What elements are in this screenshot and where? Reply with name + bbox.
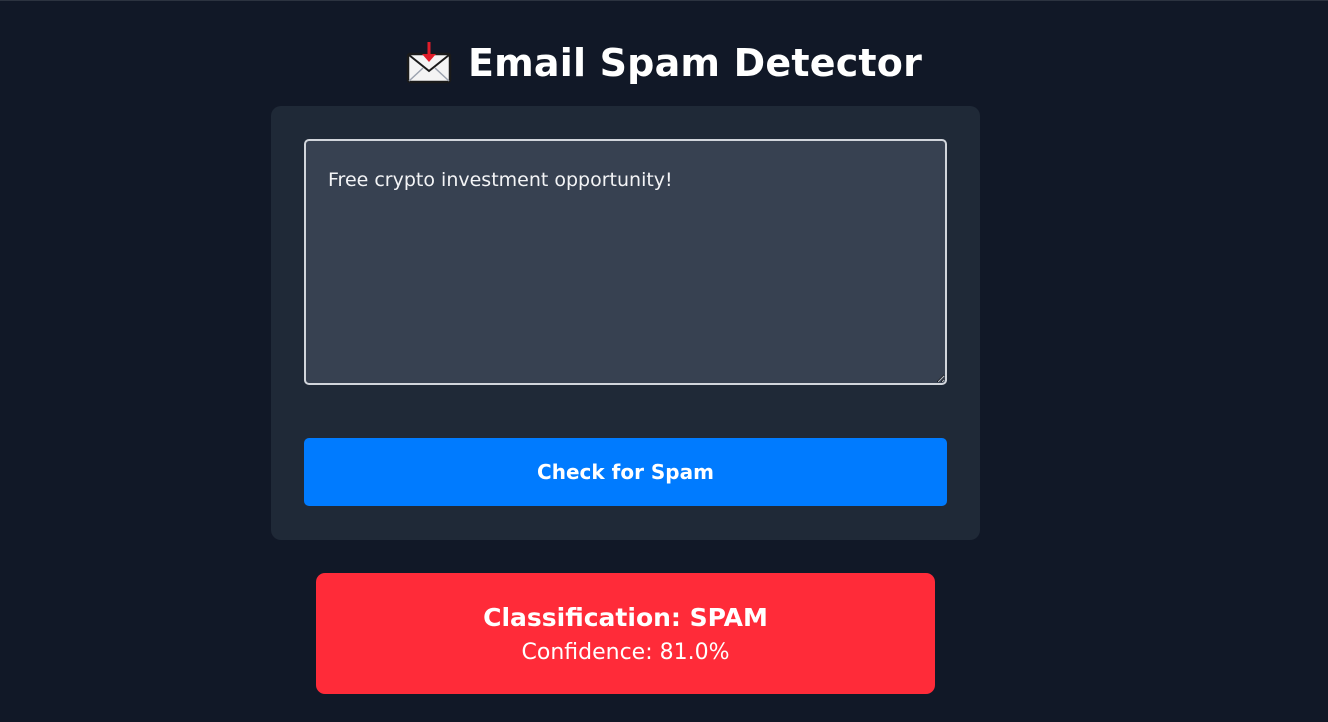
confidence-label: Confidence: 81.0% xyxy=(521,639,730,665)
page-title: Email Spam Detector xyxy=(467,41,923,85)
incoming-envelope-icon xyxy=(406,40,452,86)
header: Email Spam Detector xyxy=(0,36,1328,90)
spam-check-card: Check for Spam xyxy=(271,106,980,540)
email-text-input[interactable] xyxy=(304,139,947,385)
check-for-spam-button[interactable]: Check for Spam xyxy=(304,438,947,506)
classification-label: Classification: SPAM xyxy=(483,602,768,632)
top-border xyxy=(0,0,1328,1)
result-panel: Classification: SPAM Confidence: 81.0% xyxy=(316,573,935,694)
